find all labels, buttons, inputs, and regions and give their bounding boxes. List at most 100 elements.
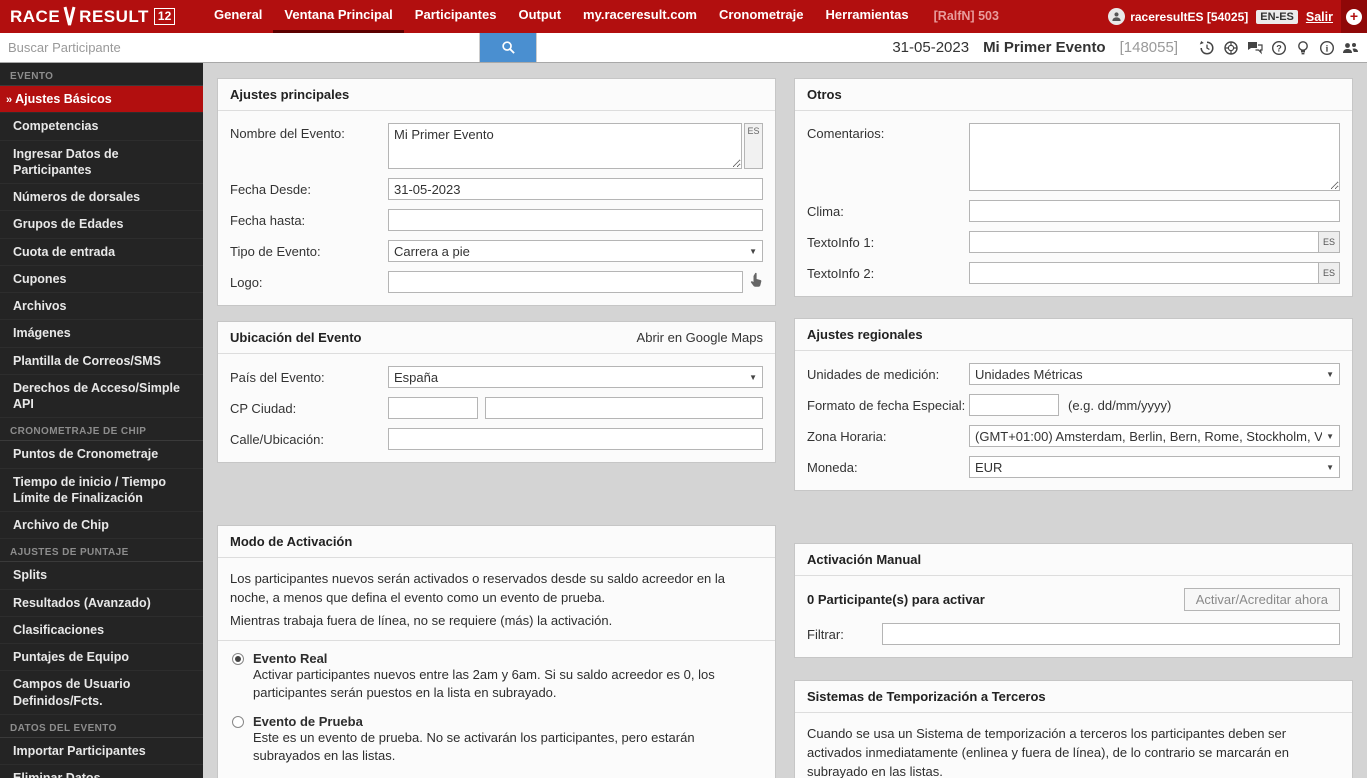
sidebar-item[interactable]: Números de dorsales <box>0 184 203 212</box>
weather-field[interactable] <box>969 200 1340 222</box>
menu-item[interactable]: Output <box>507 0 572 33</box>
textinfo1-field[interactable] <box>969 231 1340 253</box>
sidebar-item[interactable]: Campos de Usuario Definidos/Fcts. <box>0 671 203 715</box>
support-icon[interactable] <box>1222 39 1239 56</box>
option-desc: Este es un evento de prueba. No se activ… <box>253 729 695 764</box>
session-indicator: [RalfN] 503 <box>933 9 999 23</box>
event-name-field[interactable]: Mi Primer Evento <box>388 123 742 169</box>
timezone-select[interactable]: (GMT+01:00) Amsterdam, Berlin, Bern, Rom… <box>969 425 1340 447</box>
real-event-option[interactable]: Evento Real Activar participantes nuevos… <box>232 651 761 702</box>
test-event-option[interactable]: Evento de Prueba Este es un evento de pr… <box>232 714 761 765</box>
date-to-field[interactable] <box>388 209 763 231</box>
menu-item[interactable]: General <box>203 0 273 33</box>
sidebar-item[interactable]: Plantilla de Correos/SMS <box>0 348 203 375</box>
panel-otros: Otros Comentarios: Clima: TextoInfo 1: E… <box>794 78 1353 297</box>
street-field[interactable] <box>388 428 763 450</box>
weather-label: Clima: <box>807 203 844 219</box>
add-event-button[interactable]: + <box>1341 0 1367 33</box>
logo-label: Logo: <box>230 274 263 290</box>
sidebar-item[interactable]: Cuota de entrada <box>0 239 203 266</box>
participants-to-activate-count: 0 Participante(s) para activar <box>807 592 985 607</box>
sidebar-section-title: EVENTO <box>0 63 203 86</box>
sidebar-item[interactable]: Puntos de Cronometraje <box>0 441 203 469</box>
sidebar-item[interactable]: Importar Participantes <box>0 738 203 766</box>
country-select[interactable]: España ▼ <box>388 366 763 388</box>
logo-field[interactable] <box>388 271 743 293</box>
activate-now-button[interactable]: Activar/Acreditar ahora <box>1183 588 1340 611</box>
logo-version-badge: 12 <box>153 8 176 25</box>
menu-item[interactable]: Herramientas <box>815 0 920 33</box>
logout-link[interactable]: Salir <box>1306 10 1333 24</box>
chevron-down-icon: ▼ <box>1326 431 1334 441</box>
idea-icon[interactable] <box>1294 39 1311 56</box>
panel-modo-activacion: Modo de Activación Los participantes nue… <box>217 525 776 778</box>
sidebar-item[interactable]: Clasificaciones <box>0 617 203 645</box>
toolbar: 31-05-2023 Mi Primer Evento [148055] ? i <box>0 33 1367 63</box>
sidebar-item[interactable]: Puntajes de Equipo <box>0 644 203 672</box>
raceresult-logo[interactable]: RACE RESULT 12 <box>0 0 203 33</box>
community-icon[interactable] <box>1342 39 1359 56</box>
units-select[interactable]: Unidades Métricas ▼ <box>969 363 1340 385</box>
language-badge[interactable]: ES <box>1318 232 1339 252</box>
sidebar-item[interactable]: Tiempo de inicio / Tiempo Límite de Fina… <box>0 469 203 513</box>
city-field[interactable] <box>485 397 763 419</box>
sidebar-item[interactable]: Imágenes <box>0 320 203 348</box>
menu-item[interactable]: Cronometraje <box>708 0 815 33</box>
hand-pointer-icon[interactable] <box>749 272 763 293</box>
radio-test-event[interactable] <box>232 715 244 728</box>
date-format-field[interactable] <box>969 394 1059 416</box>
panel-title: Sistemas de Temporización a Terceros <box>807 689 1046 704</box>
chevron-down-icon: ▼ <box>1326 369 1334 379</box>
sidebar-item[interactable]: Grupos de Edades <box>0 211 203 239</box>
menu-item[interactable]: Ventana Principal <box>273 0 404 33</box>
language-badge[interactable]: ES <box>744 123 763 169</box>
filter-field[interactable] <box>882 623 1340 645</box>
event-type-select[interactable]: Carrera a pie ▼ <box>388 240 763 262</box>
info-icon[interactable]: i <box>1318 39 1335 56</box>
menu-item[interactable]: my.raceresult.com <box>572 0 708 33</box>
textinfo2-field[interactable] <box>969 262 1340 284</box>
sidebar-item[interactable]: Resultados (Avanzado) <box>0 590 203 617</box>
filter-label: Filtrar: <box>807 626 844 642</box>
menu-item[interactable]: Participantes <box>404 0 508 33</box>
currency-select[interactable]: EUR ▼ <box>969 456 1340 478</box>
language-selector[interactable]: EN-ES <box>1256 9 1298 24</box>
date-from-field[interactable] <box>388 178 763 200</box>
topbar-right: raceresultES [54025] EN-ES Salir + <box>1108 0 1367 33</box>
left-column: Ajustes principales Nombre del Evento: M… <box>217 78 776 778</box>
sidebar-item[interactable]: Archivo de Chip <box>0 512 203 540</box>
event-name[interactable]: Mi Primer Evento <box>983 39 1106 56</box>
chat-icon[interactable] <box>1246 39 1263 56</box>
google-maps-link[interactable]: Abrir en Google Maps <box>637 330 763 345</box>
sidebar-section-title: DATOS DEL EVENTO <box>0 715 203 738</box>
third-party-text: Cuando se usa un Sistema de temporizació… <box>807 726 1289 778</box>
sidebar-item[interactable]: Archivos <box>0 293 203 321</box>
units-value: Unidades Métricas <box>975 366 1083 382</box>
comments-field[interactable] <box>969 123 1340 191</box>
user-account-button[interactable]: raceresultES [54025] <box>1108 8 1248 25</box>
svg-text:i: i <box>1325 44 1328 54</box>
zip-field[interactable] <box>388 397 478 419</box>
sidebar-item[interactable]: Competencias <box>0 113 203 141</box>
sidebar-item[interactable]: Derechos de Acceso/Simple API <box>0 375 203 419</box>
history-icon[interactable] <box>1198 39 1215 56</box>
help-icon[interactable]: ? <box>1270 39 1287 56</box>
user-name: raceresultES [54025] <box>1130 9 1249 24</box>
search-button[interactable] <box>480 33 537 62</box>
sidebar-item[interactable]: Cupones <box>0 266 203 294</box>
radio-real-event[interactable] <box>232 652 244 665</box>
language-badge[interactable]: ES <box>1318 263 1339 283</box>
main-menu: General Ventana Principal Participantes Out… <box>203 0 920 33</box>
sidebar-item[interactable]: Eliminar Datos <box>0 765 203 778</box>
event-type-value: Carrera a pie <box>394 243 470 259</box>
sidebar-item[interactable]: » Ajustes Básicos <box>0 86 203 114</box>
sidebar-item[interactable]: Splits <box>0 562 203 590</box>
search-input[interactable] <box>0 33 480 62</box>
chevron-down-icon: ▼ <box>749 246 757 256</box>
chevron-down-icon: ▼ <box>1326 462 1334 472</box>
sidebar-item[interactable]: Ingresar Datos de Participantes <box>0 141 203 185</box>
svg-text:?: ? <box>1276 43 1282 53</box>
event-id: [148055] <box>1119 39 1178 56</box>
event-name-label: Nombre del Evento: <box>230 126 345 141</box>
panel-title: Activación Manual <box>807 552 922 567</box>
